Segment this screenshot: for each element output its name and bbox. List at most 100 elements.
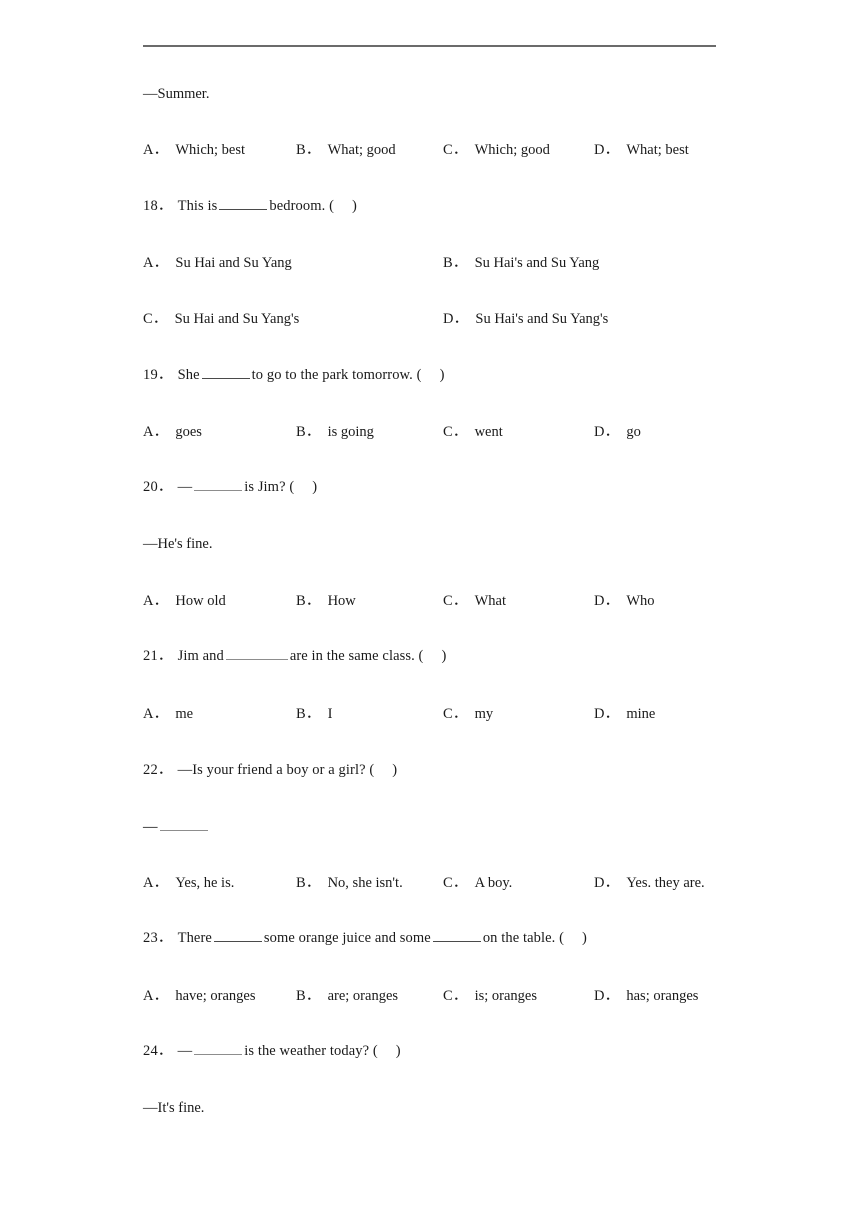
option-label: A． [143, 424, 169, 440]
option-b[interactable]: B． Su Hai's and Su Yang [443, 253, 599, 273]
option-label: A． [143, 706, 169, 722]
option-text: Yes, he is. [175, 875, 235, 891]
stem-dash: — [177, 1043, 193, 1059]
stem-close-paren: ) [441, 648, 447, 664]
option-label: A． [143, 875, 169, 891]
option-text: I [327, 706, 333, 722]
stem-text-after: bedroom. ( [269, 198, 335, 214]
option-b[interactable]: B． How [296, 591, 356, 611]
fill-in-blank[interactable] [201, 366, 250, 379]
option-label: D． [594, 875, 620, 891]
option-b[interactable]: B． What; good [296, 140, 396, 160]
stem-close-paren: ) [352, 198, 357, 214]
option-text: Su Hai's and Su Yang [474, 255, 600, 271]
option-d[interactable]: D． has; oranges [594, 986, 698, 1006]
options-row-q21: A． me B． I C． my D． mine [143, 704, 743, 724]
header-horizontal-rule [143, 45, 716, 47]
option-label: B． [443, 255, 468, 271]
question-number: 22． [143, 762, 173, 778]
option-text: Su Hai and Su Yang's [174, 311, 300, 327]
question-number: 24． [143, 1043, 173, 1059]
question-stem-19: 19． She to go to the park tomorrow. () [143, 366, 444, 384]
stem-close-paren: ) [312, 479, 318, 495]
option-b[interactable]: B． is going [296, 422, 374, 442]
question-stem-18: 18． This is bedroom. () [143, 197, 357, 215]
option-a[interactable]: A． have; oranges [143, 986, 256, 1006]
option-d[interactable]: D． What; best [594, 140, 689, 160]
option-c[interactable]: C． Which; good [443, 140, 550, 160]
answer-line-its-fine: —It's fine. [143, 1099, 204, 1117]
option-b[interactable]: B． I [296, 704, 332, 724]
fill-in-blank[interactable] [159, 818, 208, 831]
option-d[interactable]: D． Yes. they are. [594, 873, 705, 893]
option-c[interactable]: C． is; oranges [443, 986, 537, 1006]
question-number: 21． [143, 648, 173, 664]
options-row-q19: A． goes B． is going C． went D． go [143, 422, 743, 442]
option-label: A． [143, 142, 169, 158]
question-number: 20． [143, 479, 173, 495]
option-a[interactable]: A． Su Hai and Su Yang [143, 253, 292, 273]
option-text: me [175, 706, 194, 722]
option-label: B． [296, 142, 321, 158]
stem-text-after: to go to the park tomorrow. ( [251, 367, 422, 383]
stem-close-paren: ) [395, 1043, 401, 1059]
fill-in-blank[interactable] [225, 647, 288, 660]
option-text: How [327, 593, 356, 609]
question-number: 18． [143, 198, 173, 214]
option-d[interactable]: D． Who [594, 591, 655, 611]
option-label: C． [443, 424, 468, 440]
option-c[interactable]: C． went [443, 422, 503, 442]
option-label: A． [143, 988, 169, 1004]
option-d[interactable]: D． Su Hai's and Su Yang's [443, 309, 608, 329]
option-a[interactable]: A． Which; best [143, 140, 245, 160]
option-b[interactable]: B． No, she isn't. [296, 873, 403, 893]
option-text: mine [626, 706, 656, 722]
option-a[interactable]: A． How old [143, 591, 226, 611]
option-label: A． [143, 255, 169, 271]
option-label: B． [296, 424, 321, 440]
option-c[interactable]: C． What [443, 591, 506, 611]
stem-text-after: is the weather today? ( [244, 1043, 378, 1059]
stem-text-before: Jim and [177, 648, 224, 664]
option-text: Who [626, 593, 655, 609]
option-text: is; oranges [474, 988, 537, 1004]
option-d[interactable]: D． mine [594, 704, 655, 724]
option-a[interactable]: A． me [143, 704, 193, 724]
answer-line-summer: —Summer. [143, 85, 209, 103]
option-a[interactable]: A． Yes, he is. [143, 873, 234, 893]
option-b[interactable]: B． are; oranges [296, 986, 398, 1006]
question-stem-24: 24． — is the weather today? () [143, 1042, 401, 1060]
option-text: has; oranges [626, 988, 699, 1004]
answer-line-blank-q22: — [143, 818, 210, 836]
option-c[interactable]: C． my [443, 704, 493, 724]
option-c[interactable]: C． A boy. [443, 873, 512, 893]
stem-text-after: on the table. ( [482, 930, 565, 946]
option-label: C． [443, 706, 468, 722]
option-label: D． [594, 988, 620, 1004]
option-text: What; best [626, 142, 689, 158]
option-label: C． [443, 593, 468, 609]
fill-in-blank[interactable] [432, 929, 481, 942]
options-row-q17: A． Which; best B． What; good C． Which; good… [143, 140, 743, 160]
option-d[interactable]: D． go [594, 422, 641, 442]
fill-in-blank[interactable] [194, 478, 243, 491]
option-text: What; good [327, 142, 396, 158]
option-c[interactable]: C． Su Hai and Su Yang's [143, 309, 299, 329]
option-label: B． [296, 593, 321, 609]
stem-text-mid: some orange juice and some [263, 930, 431, 946]
option-text: Which; best [175, 142, 246, 158]
option-label: D． [594, 142, 620, 158]
option-text: have; oranges [175, 988, 256, 1004]
option-a[interactable]: A． goes [143, 422, 202, 442]
fill-in-blank[interactable] [213, 929, 262, 942]
option-text: are; oranges [327, 988, 399, 1004]
answer-line-hes-fine: —He's fine. [143, 535, 212, 553]
option-text: go [626, 424, 641, 440]
stem-text-before: She [177, 367, 200, 383]
fill-in-blank[interactable] [194, 1042, 243, 1055]
option-label: C． [143, 311, 168, 327]
option-text: What [474, 593, 506, 609]
option-text: No, she isn't. [327, 875, 403, 891]
option-text: Su Hai's and Su Yang's [475, 311, 609, 327]
fill-in-blank[interactable] [219, 197, 268, 210]
